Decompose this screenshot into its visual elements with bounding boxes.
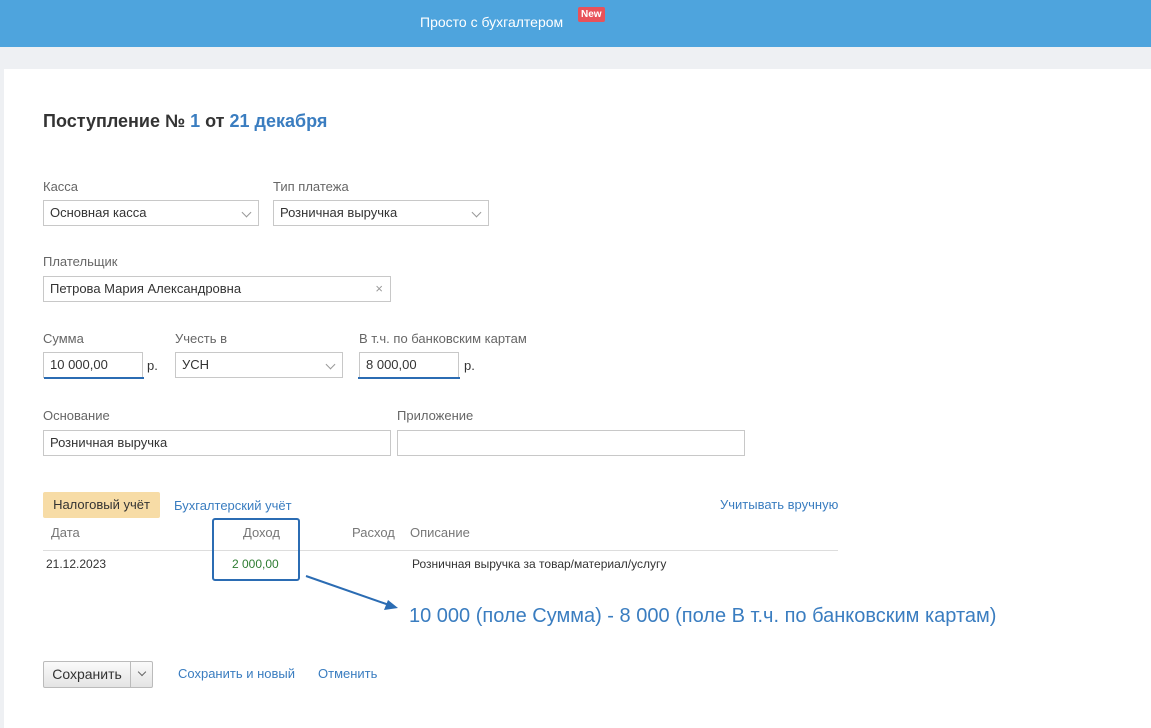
save-options-button[interactable] bbox=[131, 662, 152, 687]
sum-label: Сумма bbox=[43, 331, 84, 346]
header-title[interactable]: Просто с бухгалтером bbox=[420, 14, 563, 30]
document-card bbox=[4, 69, 1151, 728]
column-description: Описание bbox=[410, 525, 470, 540]
kassa-label: Касса bbox=[43, 179, 79, 194]
account-in-value: УСН bbox=[182, 357, 210, 372]
save-button[interactable]: Сохранить bbox=[44, 662, 130, 687]
cancel-link[interactable]: Отменить bbox=[318, 666, 377, 681]
save-and-new-link[interactable]: Сохранить и новый bbox=[178, 666, 295, 681]
payer-input[interactable]: Петрова Мария Александровна × bbox=[43, 276, 391, 302]
payment-type-value: Розничная выручка bbox=[280, 205, 398, 220]
tab-bookkeeping[interactable]: Бухгалтерский учёт bbox=[174, 498, 292, 513]
chevron-down-icon bbox=[137, 667, 147, 677]
account-in-label: Учесть в bbox=[175, 331, 228, 346]
document-number-link[interactable]: 1 bbox=[190, 111, 200, 131]
new-badge: New bbox=[578, 7, 605, 22]
attachment-input[interactable] bbox=[397, 430, 745, 456]
sum-highlight-underline bbox=[44, 377, 144, 379]
cards-value: 8 000,00 bbox=[366, 357, 417, 372]
chevron-down-icon bbox=[241, 207, 252, 218]
annotation-note: 10 000 (поле Сумма) - 8 000 (поле В т.ч.… bbox=[409, 605, 997, 627]
chevron-down-icon bbox=[471, 207, 482, 218]
chevron-down-icon bbox=[325, 359, 336, 370]
sum-input[interactable]: 10 000,00 bbox=[43, 352, 143, 378]
basis-input[interactable]: Розничная выручка bbox=[43, 430, 391, 456]
cards-currency: р. bbox=[464, 358, 475, 373]
kassa-select[interactable]: Основная касса bbox=[43, 200, 259, 226]
annotation-arrow-icon bbox=[305, 575, 398, 610]
save-button-group: Сохранить bbox=[43, 661, 153, 688]
sum-currency: р. bbox=[147, 358, 158, 373]
table-divider bbox=[43, 550, 838, 551]
column-date: Дата bbox=[51, 525, 80, 540]
manual-accounting-link[interactable]: Учитывать вручную bbox=[720, 497, 838, 512]
payment-type-select[interactable]: Розничная выручка bbox=[273, 200, 489, 226]
clear-icon[interactable]: × bbox=[375, 277, 383, 301]
row-date: 21.12.2023 bbox=[46, 557, 107, 571]
date-prefix: от bbox=[205, 111, 225, 131]
payment-type-label: Тип платежа bbox=[273, 179, 349, 194]
sum-value: 10 000,00 bbox=[50, 357, 108, 372]
payer-value: Петрова Мария Александровна bbox=[50, 281, 242, 296]
attachment-label: Приложение bbox=[397, 408, 474, 423]
payer-label: Плательщик bbox=[43, 254, 118, 269]
document-date-link[interactable]: 21 декабря bbox=[230, 111, 328, 131]
income-highlight-box bbox=[212, 518, 300, 581]
account-in-select[interactable]: УСН bbox=[175, 352, 343, 378]
kassa-value: Основная касса bbox=[50, 205, 147, 220]
column-expense: Расход bbox=[352, 525, 395, 540]
basis-value: Розничная выручка bbox=[50, 435, 168, 450]
tab-tax-accounting[interactable]: Налоговый учёт bbox=[43, 492, 160, 518]
top-bar: Просто с бухгалтером New bbox=[0, 0, 1151, 47]
row-description: Розничная выручка за товар/материал/услу… bbox=[412, 557, 667, 571]
page-title: Поступление № 1 от 21 декабря bbox=[43, 111, 327, 132]
cards-input[interactable]: 8 000,00 bbox=[359, 352, 459, 378]
title-prefix: Поступление № bbox=[43, 111, 186, 131]
cards-highlight-underline bbox=[358, 377, 460, 379]
cards-label: В т.ч. по банковским картам bbox=[359, 331, 527, 346]
basis-label: Основание bbox=[43, 408, 110, 423]
